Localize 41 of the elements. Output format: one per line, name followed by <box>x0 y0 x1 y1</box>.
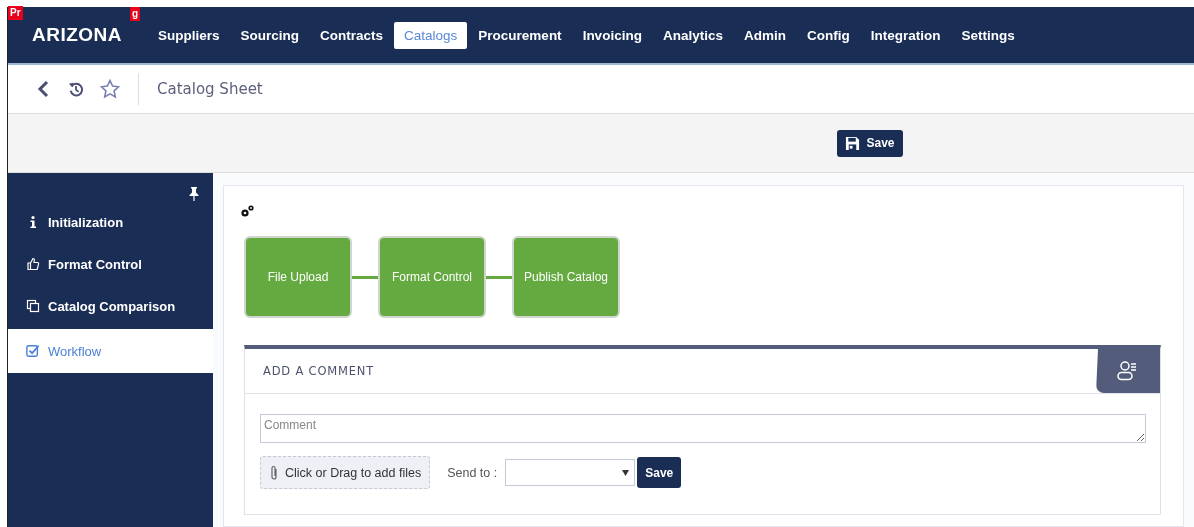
logo-badge: g <box>130 7 141 21</box>
nav-tab[interactable]: Settings <box>951 21 1025 49</box>
sidebar-item-label: Workflow <box>48 343 102 359</box>
nav-tab[interactable]: Invoicing <box>572 21 652 49</box>
nav-tab[interactable]: Analytics <box>652 21 733 49</box>
save-button[interactable]: Save <box>637 457 682 488</box>
nav-tab[interactable]: Procurement <box>468 21 572 49</box>
caret-icon <box>622 469 630 476</box>
logo[interactable]: ARIZONA <box>32 24 123 46</box>
comment-field[interactable]: Comment <box>260 414 1146 443</box>
checkbox-icon <box>26 344 40 358</box>
connector-line <box>352 275 378 279</box>
page-title: Catalog Sheet <box>157 80 263 98</box>
gears-icon[interactable] <box>240 204 255 218</box>
nav-tab[interactable]: Sourcing <box>230 21 310 49</box>
save-button[interactable]: Save <box>837 129 903 157</box>
sidebar-item-label: Initialization <box>48 214 124 230</box>
nav-tab[interactable]: Catalogs <box>394 21 468 49</box>
send-to-label: Send to : <box>447 465 498 480</box>
sidebar-item[interactable]: Initialization <box>8 201 213 243</box>
sidebar-item[interactable]: Workflow <box>8 329 213 373</box>
pin-icon[interactable] <box>189 187 199 201</box>
nav-tab[interactable]: Contracts <box>310 21 394 49</box>
logo-badge: Pr <box>8 6 23 20</box>
nav-tab[interactable]: Integration <box>860 21 951 49</box>
sidebar-item[interactable]: Catalog Comparison <box>8 285 213 327</box>
user-list-tab[interactable] <box>1096 349 1160 393</box>
comment-title: ADD A COMMENT <box>263 364 374 378</box>
history-icon[interactable] <box>68 80 84 98</box>
nav-tab[interactable]: Config <box>796 21 860 49</box>
nav-tab[interactable]: Suppliers <box>148 21 230 49</box>
attach-files-button[interactable]: Click or Drag to add files <box>260 456 431 489</box>
connector-line <box>486 275 512 279</box>
sidebar-item-label: Catalog Comparison <box>48 298 176 314</box>
paperclip-icon <box>269 464 279 481</box>
sidebar-item-label: Format Control <box>48 256 142 272</box>
thumbs-up-icon <box>26 257 40 271</box>
copy-icon <box>26 299 40 313</box>
star-icon[interactable] <box>100 79 120 99</box>
sidebar-item[interactable]: Format Control <box>8 243 213 285</box>
nav-tab[interactable]: Admin <box>733 21 796 49</box>
